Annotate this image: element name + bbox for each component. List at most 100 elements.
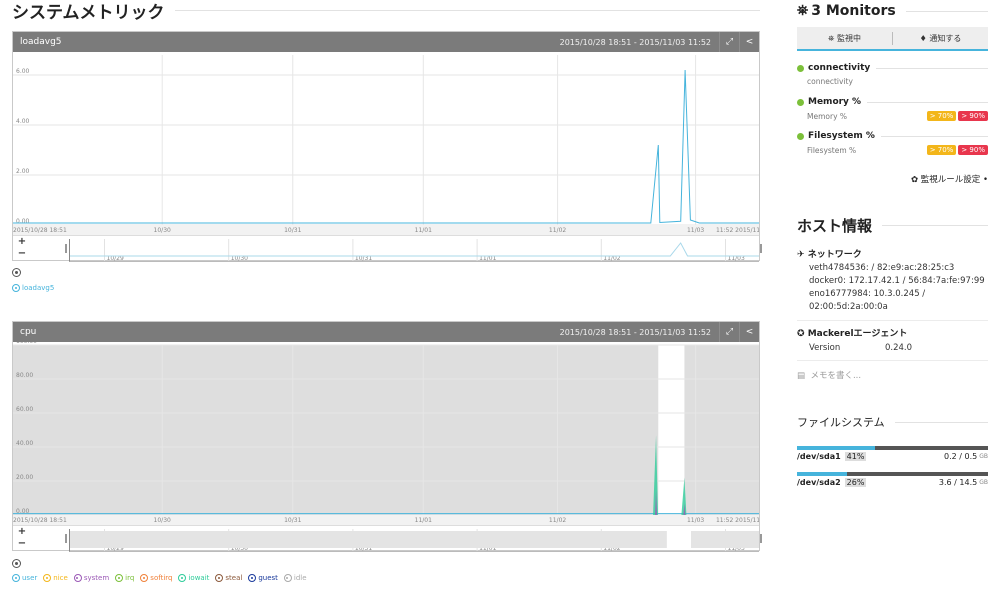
y-tick-label: 20.00 [16, 474, 33, 481]
x-tick-label: 10/31 [284, 517, 301, 524]
status-ok-icon [797, 132, 804, 140]
navigator-left-handle[interactable] [65, 244, 67, 253]
tab-notify[interactable]: ♦ 通知する [893, 33, 988, 44]
host-info-title: ホスト情報 [797, 216, 873, 235]
filesystem-row: /dev/sda1 41% 0.2 / 0.5 GB [797, 452, 988, 461]
navigator-left-handle[interactable] [65, 534, 67, 543]
monitor-item[interactable]: connectivity connectivity [797, 63, 988, 86]
x-tick-label: 11:52 2015/11/03 [716, 227, 759, 234]
chart-header: loadavg5 2015/10/28 18:51 - 2015/11/03 1… [13, 32, 759, 52]
x-tick-label: 11/01 [415, 517, 432, 524]
navigator-range[interactable]: 10/29 10/30 10/31 11/01 11/02 11/03 [69, 239, 759, 262]
legend-item-irq[interactable]: irq [115, 574, 134, 582]
filesystem-usage-bar [797, 446, 988, 450]
monitor-metric: connectivity [807, 77, 853, 86]
chart-navigator[interactable]: + − 10/29 10/30 10/31 11/01 11/02 11/03 [13, 235, 762, 262]
expand-icon[interactable]: ⤢ [719, 322, 739, 342]
filesystem-title: ファイルシステム [797, 416, 885, 429]
legend-label: idle [293, 574, 307, 582]
monitor-rule [880, 135, 988, 137]
monitor-name: connectivity [808, 63, 871, 73]
legend-item-guest[interactable]: guest [248, 574, 278, 582]
zoom-out-button[interactable]: − [16, 248, 28, 260]
legend-item-nice[interactable]: nice [43, 574, 68, 582]
cpu-legend: user nice system irq softirq iowait steal guest… [12, 574, 307, 582]
zoom-in-button[interactable]: + [16, 236, 28, 248]
chart-navigator[interactable]: + − 10/29 10/30 10/31 11/01 11/02 11/03 [13, 525, 762, 552]
legend-item-softirq[interactable]: softirq [140, 574, 172, 582]
legend-toggle-icon [248, 574, 257, 582]
filesystem-usage: 0.2 / 0.5 [944, 452, 978, 461]
filesystem-percent: 41% [844, 452, 867, 461]
monitor-rules-settings-link[interactable]: ✿ 監視ルール設定 • [911, 173, 988, 185]
navigator-right-handle[interactable] [760, 244, 762, 253]
monitor-item[interactable]: Filesystem % Filesystem % > 70% > 90% [797, 131, 988, 155]
monitor-name: Filesystem % [808, 131, 875, 141]
legend-label: nice [53, 574, 68, 582]
zoom-out-button[interactable]: − [16, 538, 28, 550]
x-tick-label: 11:52 2015/11/03 [716, 517, 759, 524]
zoom-in-button[interactable]: + [16, 526, 28, 538]
warning-threshold-badge: > 70% [926, 111, 957, 121]
x-axis-band [13, 225, 759, 235]
expand-icon[interactable]: ⤢ [719, 32, 739, 52]
legend-label: system [83, 574, 110, 582]
y-tick-label: 4.00 [16, 118, 30, 125]
network-line: veth4784536: / 82:e9:ac:28:25:c3 [809, 263, 955, 273]
monitor-item[interactable]: Memory % Memory % > 70% > 90% [797, 97, 988, 121]
cpu-plot[interactable]: 0.0020.0040.0060.0080.00100.002015/10/28… [13, 342, 759, 525]
tab-label: 監視中 [836, 33, 861, 43]
filesystem-usage: 3.6 / 14.5 [938, 478, 978, 487]
status-ok-icon [797, 98, 804, 106]
legend-item-system[interactable]: system [73, 574, 110, 582]
legend-item-user[interactable]: user [12, 574, 37, 582]
status-ok-icon [797, 64, 804, 72]
legend-toggle-icon [12, 284, 20, 292]
legend-label: softirq [150, 574, 173, 582]
tab-label: 通知する [929, 33, 962, 43]
monitor-metric: Memory % [807, 111, 848, 121]
bell-icon: ♦ [919, 33, 930, 43]
loadavg5-plot[interactable]: 0.00 2.00 4.00 6.00 2015/10/28 18:51 10/30 10/… [13, 52, 759, 235]
agent-version-value: 0.24.0 [885, 343, 913, 353]
reset-zoom-icon[interactable] [12, 559, 21, 568]
network-details: veth4784536: / 82:e9:ac:28:25:c3 docker0… [809, 262, 985, 314]
navigator-range[interactable]: 10/29 10/30 10/31 11/01 11/02 11/03 [69, 529, 759, 552]
navigator-area [70, 531, 759, 548]
y-tick-label: 6.00 [16, 68, 30, 75]
navigator-right-handle[interactable] [760, 534, 762, 543]
y-tick-label: 100.00 [16, 342, 37, 345]
legend-label: steal [225, 574, 243, 582]
data-gap [658, 345, 685, 515]
y-tick-label: 80.00 [16, 372, 33, 379]
y-tick-label: 40.00 [16, 440, 33, 447]
series-line [13, 69, 759, 224]
reset-zoom-icon[interactable] [12, 268, 21, 277]
x-tick-label: 11/02 [549, 517, 566, 524]
filesystem-rule [894, 421, 988, 423]
chart-range: 2015/10/28 18:51 - 2015/11/03 11:52 [559, 37, 711, 47]
memo-button[interactable]: ▤ メモを書く... [797, 369, 861, 381]
legend-item-idle[interactable]: idle [283, 574, 307, 582]
critical-threshold-badge: > 90% [958, 145, 988, 155]
share-icon[interactable]: < [739, 32, 759, 52]
x-tick-label: 10/31 [284, 227, 301, 234]
monitors-heading-row: ⛯ 3 Monitors [797, 2, 988, 20]
legend-label: irq [125, 574, 135, 582]
chart-name: cpu [20, 327, 37, 337]
monitors-rule [905, 10, 988, 12]
x-tick-label: 11/03 [687, 517, 704, 524]
idle-area [13, 345, 759, 515]
document-icon: ▤ [797, 371, 808, 381]
legend-item-steal[interactable]: steal [215, 574, 242, 582]
tab-watching[interactable]: ⛯ 監視中 [797, 33, 892, 44]
legend-item-loadavg5[interactable]: loadavg5 [12, 284, 54, 292]
network-line: eno16777984: 10.3.0.245 / [809, 289, 926, 299]
legend-item-iowait[interactable]: iowait [178, 574, 209, 582]
legend-label: guest [258, 574, 278, 582]
y-tick-label: 0.00 [16, 218, 30, 225]
chart-header: cpu 2015/10/28 18:51 - 2015/11/03 11:52 … [13, 322, 759, 342]
share-icon[interactable]: < [739, 322, 759, 342]
x-tick-label: 11/03 [687, 227, 704, 234]
y-tick-label: 2.00 [16, 168, 30, 175]
